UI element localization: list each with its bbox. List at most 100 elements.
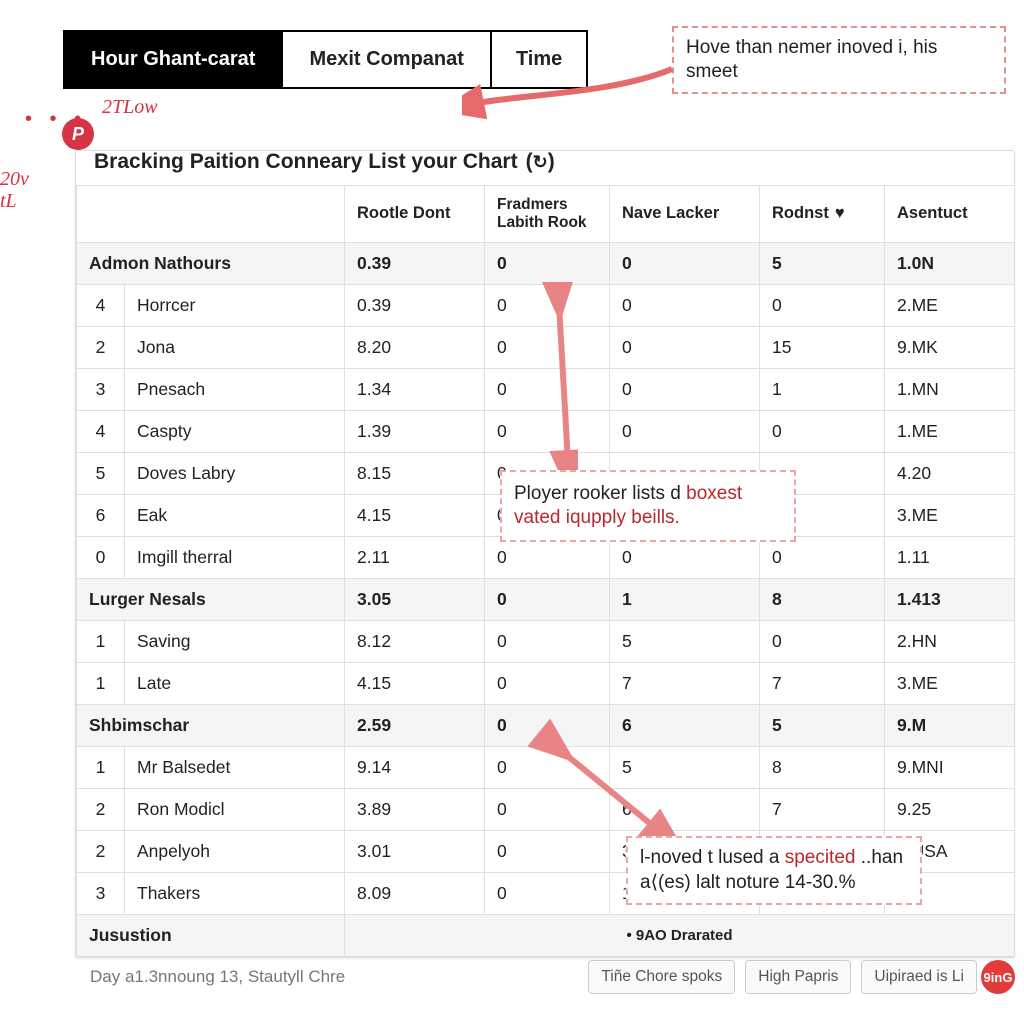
- row-idx: 6: [77, 494, 125, 536]
- row-name: Horrcer: [125, 284, 345, 326]
- group-name: Shbimschar: [77, 704, 345, 746]
- col-asentuct[interactable]: Asentuct: [885, 186, 1015, 243]
- row-val: 9.14: [345, 746, 485, 788]
- group-val: 8: [760, 578, 885, 620]
- row-val: 8: [760, 746, 885, 788]
- row-idx: 2: [77, 788, 125, 830]
- group-row: Lurger Nesals3.050181.413: [77, 578, 1015, 620]
- row-idx: 3: [77, 368, 125, 410]
- row-name: Caspty: [125, 410, 345, 452]
- row-val: 2.ME: [885, 284, 1015, 326]
- anno3-a: l-noved t lused a: [640, 847, 785, 868]
- row-val: 0.39: [345, 284, 485, 326]
- status-bar: Day a1.3nnoung 13, Stautyll Chre Tiñe Ch…: [90, 960, 1015, 994]
- row-idx: 4: [77, 284, 125, 326]
- row-name: Mr Balsedet: [125, 746, 345, 788]
- row-val: 8.15: [345, 452, 485, 494]
- heart-icon: ♥: [835, 204, 845, 222]
- row-val: 0: [760, 620, 885, 662]
- row-name: Imgill therral: [125, 536, 345, 578]
- group-val: 1.0N: [885, 242, 1015, 284]
- hand-label-1: 2TLow: [102, 96, 158, 119]
- red-dot-icon[interactable]: 9inG: [981, 960, 1015, 994]
- row-val: 4.15: [345, 494, 485, 536]
- row-idx: 1: [77, 746, 125, 788]
- row-idx: 3: [77, 872, 125, 914]
- row-val: 8.12: [345, 620, 485, 662]
- refresh-icon[interactable]: ↻: [533, 152, 548, 172]
- row-name: Anpelyoh: [125, 830, 345, 872]
- anno2-a: Ployer rooker lists d: [514, 483, 686, 504]
- row-val: 0: [610, 410, 760, 452]
- row-name: Jona: [125, 326, 345, 368]
- group-val: 9.M: [885, 704, 1015, 746]
- group-val: 0.39: [345, 242, 485, 284]
- group-val: 1: [610, 578, 760, 620]
- row-val: 8.20: [345, 326, 485, 368]
- btn-uipiraed[interactable]: Uipiraed is Li: [861, 960, 977, 994]
- group-name: Lurger Nesals: [77, 578, 345, 620]
- footer-label: Jusustion: [77, 914, 345, 956]
- btn-chore[interactable]: Tiñe Chore spoks: [588, 960, 735, 994]
- row-val: 0: [485, 536, 610, 578]
- footer-row: Jusustion• 9AO Drarated: [77, 914, 1015, 956]
- row-val: 1.39: [345, 410, 485, 452]
- col-nave[interactable]: Nave Lacker: [610, 186, 760, 243]
- row-name: Eak: [125, 494, 345, 536]
- btn-papris[interactable]: High Papris: [745, 960, 851, 994]
- group-val: 3.05: [345, 578, 485, 620]
- anno2-b: boxest: [686, 483, 742, 504]
- row-val: 1.11: [885, 536, 1015, 578]
- row-val: 0: [610, 368, 760, 410]
- row-val: 3.ME: [885, 662, 1015, 704]
- hand-label-2: 20vtL: [0, 168, 48, 212]
- group-row: Admon Nathours0.390051.0N: [77, 242, 1015, 284]
- annotation-top: Hove than nemer inoved i, his smeet: [672, 26, 1006, 94]
- row-name: Saving: [125, 620, 345, 662]
- row-val: 0: [760, 284, 885, 326]
- row-name: Late: [125, 662, 345, 704]
- col-rodnst-label: Rodnst: [772, 204, 829, 222]
- row-val: 3.01: [345, 830, 485, 872]
- annotation-middle: Ployer rooker lists d boxest vated iqupp…: [500, 470, 796, 542]
- group-val: 0: [610, 242, 760, 284]
- row-idx: 4: [77, 410, 125, 452]
- footer-note: • 9AO Drarated: [345, 914, 1015, 956]
- row-val: 1.34: [345, 368, 485, 410]
- arrow-icon: [462, 64, 682, 124]
- row-val: 1.ME: [885, 410, 1015, 452]
- col-rodnst[interactable]: Rodnst ♥: [760, 186, 885, 243]
- tab-hour-ghant[interactable]: Hour Ghant-carat: [65, 32, 283, 87]
- col-rootle[interactable]: Rootle Dont: [345, 186, 485, 243]
- row-val: 4.20: [885, 452, 1015, 494]
- group-val: 1.413: [885, 578, 1015, 620]
- row-idx: 0: [77, 536, 125, 578]
- row-val: 7: [760, 788, 885, 830]
- group-val: 0: [485, 578, 610, 620]
- bottom-buttons: Tiñe Chore spoks High Papris Uipiraed is…: [588, 960, 1015, 994]
- row-val: 0: [485, 872, 610, 914]
- col-blank: [77, 186, 345, 243]
- row-idx: 2: [77, 326, 125, 368]
- row-val: 0: [760, 410, 885, 452]
- table-row[interactable]: 0Imgill therral2.110001.11: [77, 536, 1015, 578]
- row-val: 4.15: [345, 662, 485, 704]
- col-fradmers[interactable]: Fradmers Labith Rook: [485, 186, 610, 243]
- row-val: 2.11: [345, 536, 485, 578]
- group-val: 5: [760, 242, 885, 284]
- arrow-icon: [518, 640, 718, 840]
- row-val: 9.25: [885, 788, 1015, 830]
- row-idx: 1: [77, 662, 125, 704]
- group-val: 0: [485, 242, 610, 284]
- refresh-wrap: (↻): [526, 150, 555, 174]
- row-idx: 5: [77, 452, 125, 494]
- row-val: 3.ME: [885, 494, 1015, 536]
- row-val: 9.MK: [885, 326, 1015, 368]
- row-name: Ron Modicl: [125, 788, 345, 830]
- row-val: 0: [610, 284, 760, 326]
- group-name: Admon Nathours: [77, 242, 345, 284]
- card-title: Bracking Paition Conneary List your Char…: [76, 148, 555, 188]
- row-name: Thakers: [125, 872, 345, 914]
- row-val: 0: [610, 326, 760, 368]
- tab-mexit[interactable]: Mexit Companat: [283, 32, 491, 87]
